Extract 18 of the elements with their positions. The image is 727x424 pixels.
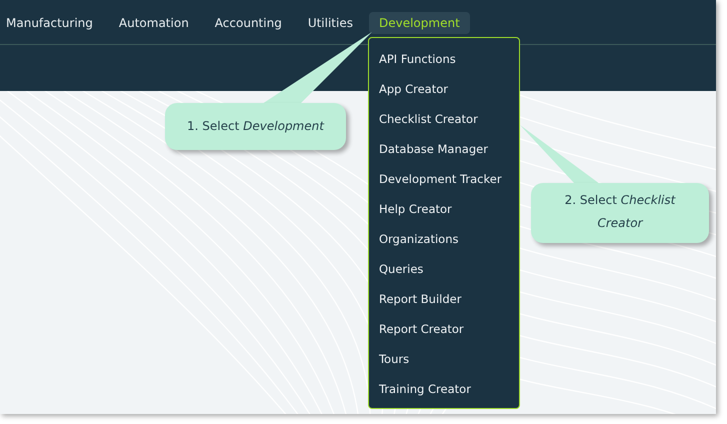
menu-item[interactable]: Queries: [368, 254, 519, 284]
menu-item[interactable]: Tours: [368, 344, 519, 374]
menu-item[interactable]: Report Creator: [368, 314, 519, 344]
menu-item[interactable]: Organizations: [368, 224, 519, 254]
menu-item[interactable]: Development Tracker: [368, 164, 519, 194]
nav-tab[interactable]: Accounting: [204, 12, 292, 34]
menu-item[interactable]: Database Manager: [368, 134, 519, 164]
menu-item[interactable]: API Functions: [368, 44, 519, 74]
nav-tab[interactable]: Utilities: [298, 12, 363, 34]
callout: 1. Select Development: [165, 103, 346, 150]
menu-item[interactable]: Training Creator: [368, 374, 519, 404]
nav-tab[interactable]: Development: [368, 12, 470, 34]
menu-item[interactable]: Report Builder: [368, 284, 519, 314]
menu-item[interactable]: Help Creator: [368, 194, 519, 224]
nav-tab[interactable]: Manufacturing: [6, 12, 103, 34]
menu-item[interactable]: App Creator: [368, 74, 519, 104]
menu-item[interactable]: Checklist Creator: [368, 104, 519, 134]
nav-tab[interactable]: Automation: [108, 12, 199, 34]
